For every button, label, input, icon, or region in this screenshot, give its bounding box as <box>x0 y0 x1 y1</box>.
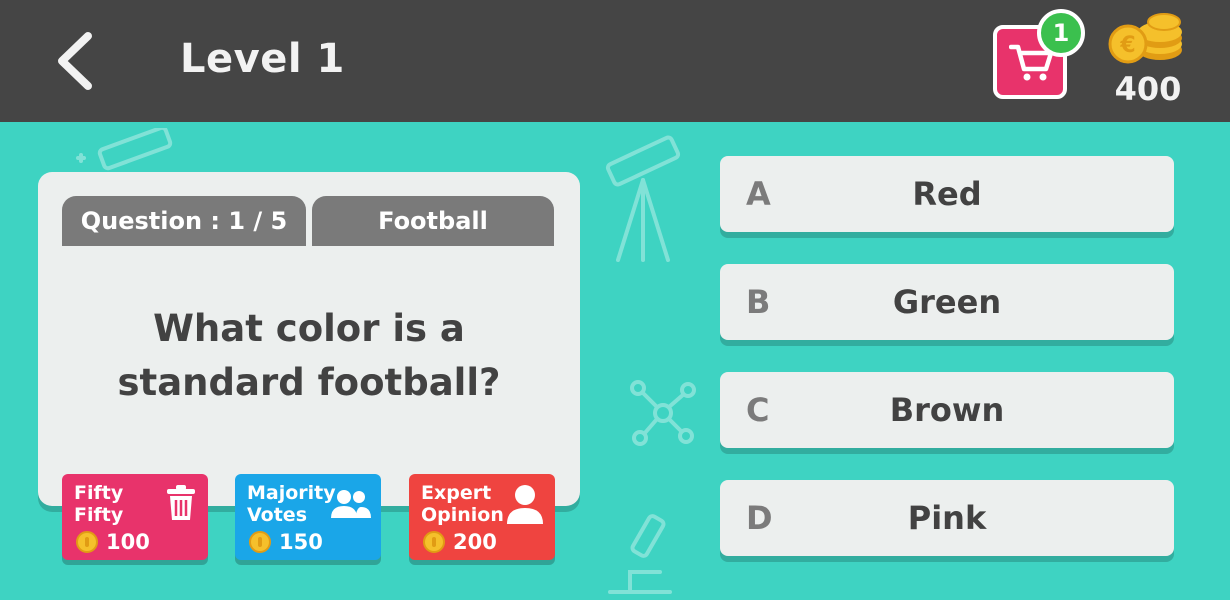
shop-notification-badge: 1 <box>1037 9 1085 57</box>
telescope-doodle-icon <box>588 130 698 270</box>
lifeline-label: Majority Votes <box>247 482 336 526</box>
question-card: Question : 1 / 5 Football What color is … <box>38 172 580 506</box>
expert-opinion-lifeline-button[interactable]: Expert Opinion 200 <box>409 474 555 560</box>
lifeline-cost-value: 100 <box>106 530 150 554</box>
chevron-left-icon <box>58 32 92 90</box>
fifty-fifty-lifeline-button[interactable]: Fifty Fifty 100 <box>62 474 208 560</box>
person-icon <box>507 484 543 528</box>
answer-option-c[interactable]: C Brown <box>720 372 1174 448</box>
lifeline-label: Fifty Fifty <box>74 482 123 526</box>
coin-icon <box>76 531 98 553</box>
coin-icon <box>423 531 445 553</box>
answer-text: Red <box>912 175 982 213</box>
coin-stack-icon: € <box>1106 12 1190 74</box>
lifeline-cost-value: 150 <box>279 530 323 554</box>
answer-letter: D <box>746 499 773 537</box>
answer-letter: B <box>746 283 771 321</box>
answer-letter: C <box>746 391 770 429</box>
trash-icon <box>166 484 196 526</box>
coin-balance: 400 <box>1114 70 1182 108</box>
category-tab: Football <box>312 196 554 246</box>
top-bar: Level 1 1 € 400 <box>0 0 1230 122</box>
lifeline-cost: 200 <box>423 529 497 555</box>
level-title: Level 1 <box>180 36 345 82</box>
back-button[interactable] <box>52 30 98 92</box>
svg-text:€: € <box>1119 33 1135 58</box>
lifeline-label-line1: Majority <box>247 482 336 504</box>
lifeline-label: Expert Opinion <box>421 482 504 526</box>
lifeline-label-line2: Opinion <box>421 504 504 526</box>
coin-icon <box>249 531 271 553</box>
lifeline-label-line1: Expert <box>421 482 492 504</box>
question-progress-tab: Question : 1 / 5 <box>62 196 306 246</box>
people-icon <box>331 488 371 524</box>
molecule-doodle-icon <box>628 378 698 448</box>
lifeline-label-line2: Votes <box>247 504 307 526</box>
lifeline-label-line1: Fifty <box>74 482 124 504</box>
question-text: What color is a standard football? <box>117 307 501 404</box>
lifeline-label-line2: Fifty <box>74 504 124 526</box>
answer-option-a[interactable]: A Red <box>720 156 1174 232</box>
microscope-doodle-icon <box>600 512 680 600</box>
answer-text: Pink <box>907 499 987 537</box>
answer-option-d[interactable]: D Pink <box>720 480 1174 556</box>
lifeline-cost: 150 <box>249 529 323 555</box>
answer-text: Brown <box>889 391 1005 429</box>
answer-text: Green <box>892 283 1002 321</box>
lifeline-cost: 100 <box>76 529 150 555</box>
lifeline-cost-value: 200 <box>453 530 497 554</box>
answer-option-b[interactable]: B Green <box>720 264 1174 340</box>
answer-letter: A <box>746 175 771 213</box>
majority-votes-lifeline-button[interactable]: Majority Votes 150 <box>235 474 381 560</box>
